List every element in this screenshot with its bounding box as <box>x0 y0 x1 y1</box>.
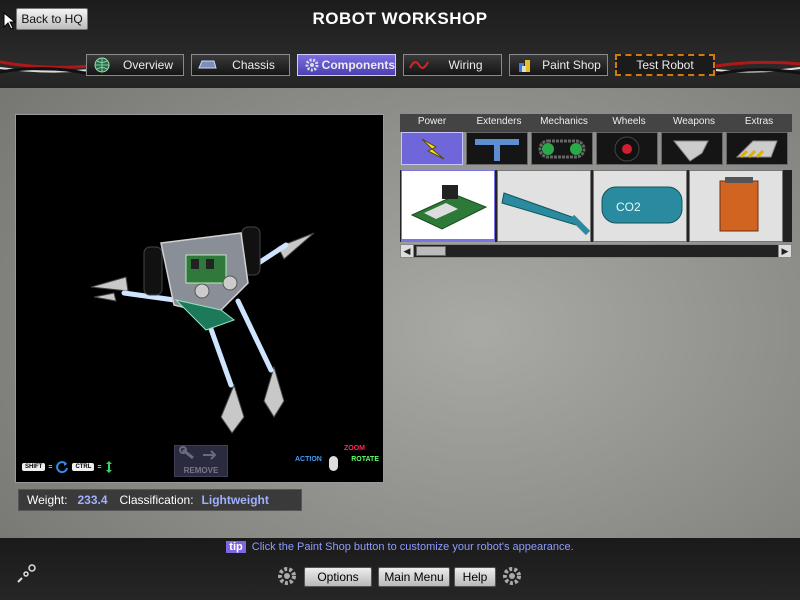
robot-model <box>90 226 315 434</box>
tab-wiring[interactable]: Wiring <box>403 54 502 76</box>
remove-button[interactable]: REMOVE <box>174 445 228 477</box>
circuit-board-part[interactable] <box>401 170 495 242</box>
tip-bar: tip Click the Paint Shop button to custo… <box>0 541 800 553</box>
category-label-mechanics: Mechanics <box>540 116 588 127</box>
tab-wiring-label: Wiring <box>448 58 483 72</box>
vertical-move-icon <box>105 461 112 473</box>
t-bar-icon <box>475 139 519 161</box>
tab-overview-label: Overview <box>122 58 173 72</box>
category-label-extenders: Extenders <box>476 116 522 127</box>
circuit-board-image <box>410 185 488 230</box>
page-title: ROBOT WORKSHOP <box>312 9 488 28</box>
category-label-power: Power <box>417 116 447 127</box>
tab-chassis-label: Chassis <box>232 58 275 72</box>
category-label-wheels: Wheels <box>612 116 646 127</box>
category-extras-button[interactable] <box>726 132 788 165</box>
plow-icon <box>735 140 778 159</box>
rotate-hint-label: ROTATE <box>351 456 379 463</box>
paint-cans-icon <box>514 56 536 74</box>
category-weapons-button[interactable] <box>661 132 723 165</box>
tip-text: Click the Paint Shop button to customize… <box>251 541 574 553</box>
tab-chassis[interactable]: Chassis <box>191 54 290 76</box>
battery-box-image <box>719 177 759 232</box>
mouse-controls-hint: ZOOM ACTION ROTATE <box>295 445 379 477</box>
help-button[interactable]: Help <box>454 567 496 587</box>
wheel-icon <box>614 136 640 162</box>
scroll-right-arrow-icon[interactable]: ▶ <box>778 244 792 258</box>
remove-wrench-icon <box>179 446 217 460</box>
remove-button-label: REMOVE <box>183 466 219 475</box>
classification-label: Classification: <box>119 493 194 507</box>
blue-tank-image <box>501 192 591 236</box>
category-label-extras: Extras <box>744 116 774 127</box>
blue-tank-part[interactable] <box>497 170 591 242</box>
robot-3d-viewer[interactable]: SHIFT = CTRL = REMOVE ZOOM ACTION ROTATE <box>15 114 384 483</box>
tab-components[interactable]: Components <box>297 54 396 76</box>
tab-components-label: Components <box>321 58 395 72</box>
control-hint: SHIFT = CTRL = <box>22 460 113 474</box>
cable-decoration-left <box>0 60 90 76</box>
wire-icon <box>408 56 430 74</box>
tab-overview[interactable]: Overview <box>86 54 184 76</box>
tab-test-robot-label: Test Robot <box>636 58 694 72</box>
tab-paint-shop[interactable]: Paint Shop <box>509 54 608 76</box>
ctrl-key-cap: CTRL <box>72 463 95 471</box>
zoom-hint-label: ZOOM <box>344 445 365 452</box>
category-mechanics-button[interactable] <box>531 132 593 165</box>
sound-toggle-icon[interactable] <box>14 562 38 586</box>
tip-tag: tip <box>226 541 246 553</box>
tab-paint-shop-label: Paint Shop <box>542 58 601 72</box>
rotate-view-icon <box>56 461 69 474</box>
gear-icon <box>302 56 322 74</box>
co2-tank-part[interactable]: CO2 <box>593 170 687 242</box>
main-menu-button[interactable]: Main Menu <box>378 567 450 587</box>
globe-icon <box>91 56 113 74</box>
category-extenders-button[interactable] <box>466 132 528 165</box>
mouse-icon <box>329 456 338 471</box>
tab-test-robot[interactable]: Test Robot <box>615 54 715 76</box>
weight-value: 233.4 <box>77 493 108 507</box>
chassis-icon <box>196 56 218 74</box>
cable-decoration-right <box>716 60 800 76</box>
category-wheels-button[interactable] <box>596 132 658 165</box>
category-power-button[interactable] <box>401 132 463 165</box>
parts-scrollbar[interactable] <box>400 244 792 258</box>
chain-icon <box>538 139 586 159</box>
robot-stats-bar: Weight: 233.4 Classification: Lightweigh… <box>18 489 302 511</box>
options-button[interactable]: Options <box>304 567 372 587</box>
lightning-icon <box>421 138 445 160</box>
gear-icon <box>278 567 296 585</box>
action-hint-label: ACTION <box>295 456 322 463</box>
blade-icon <box>672 140 709 162</box>
classification-value: Lightweight <box>201 493 269 507</box>
co2-tank-image: CO2 <box>601 186 683 224</box>
scroll-left-arrow-icon[interactable]: ◀ <box>400 244 414 258</box>
weight-label: Weight: <box>27 493 68 507</box>
shift-key-cap: SHIFT <box>22 463 46 471</box>
co2-tank-text: CO2 <box>616 200 641 214</box>
category-label-weapons: Weapons <box>672 116 716 127</box>
robot-workshop-screen: { "header": { "back_label": "Back to HQ"… <box>0 0 800 600</box>
gear-icon <box>503 567 521 585</box>
scrollbar-thumb[interactable] <box>416 246 446 256</box>
battery-box-part[interactable] <box>689 170 783 242</box>
